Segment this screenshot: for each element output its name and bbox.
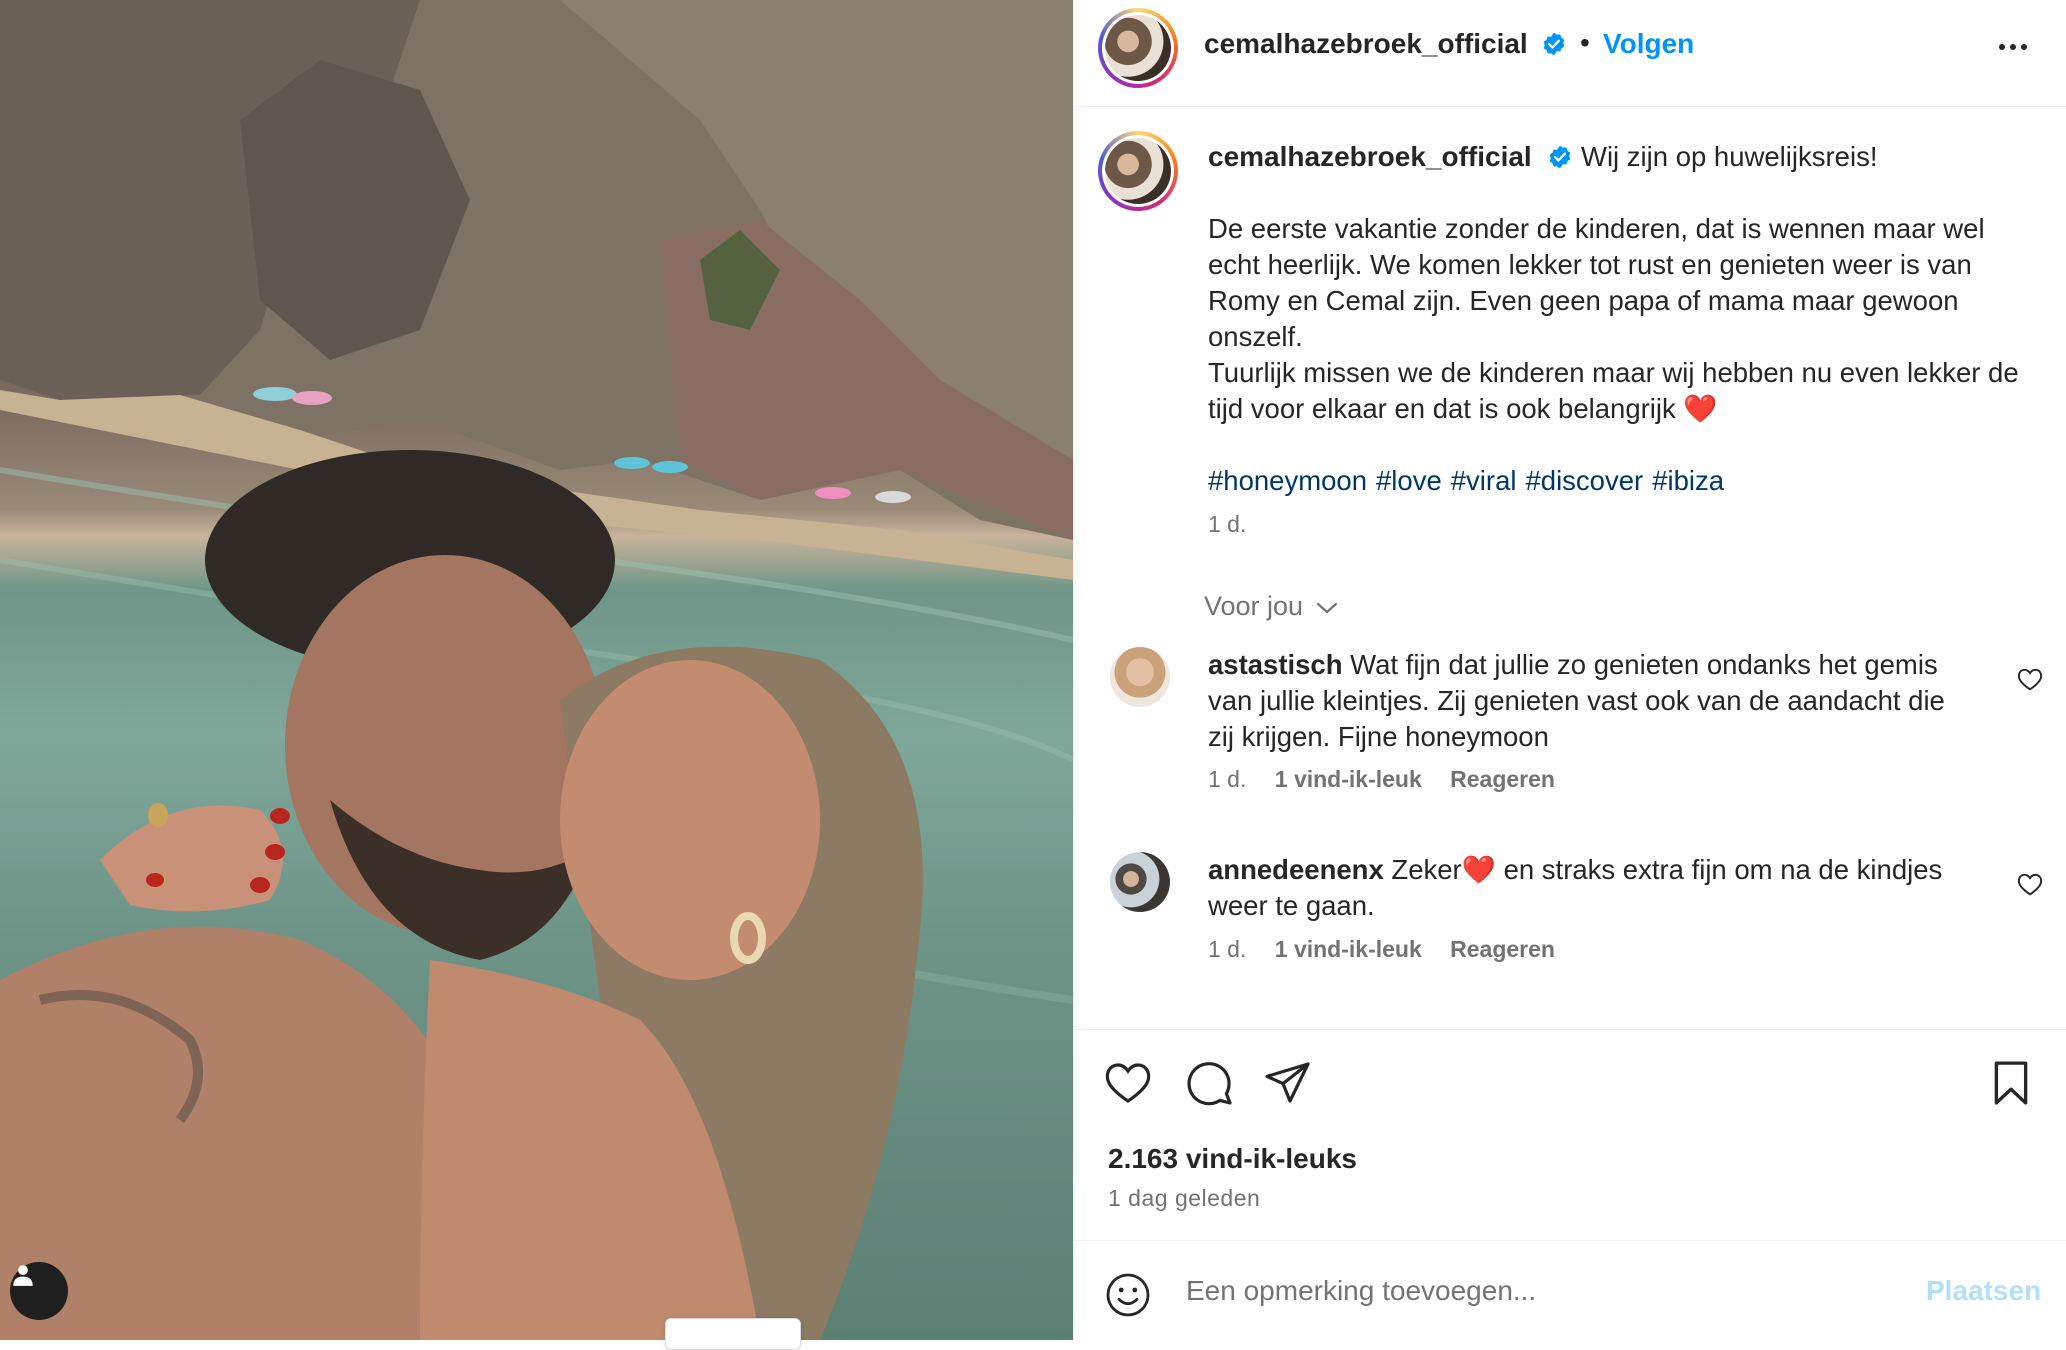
comment-like-heart-icon[interactable] — [2017, 667, 2043, 691]
post-photo[interactable] — [0, 0, 1073, 1340]
follow-button[interactable]: Volgen — [1603, 28, 1694, 60]
comment-likes[interactable]: 1 vind-ik-leuk — [1275, 936, 1422, 962]
comment-timestamp[interactable]: 1 d. — [1208, 766, 1246, 792]
comment-icon[interactable] — [1186, 1060, 1234, 1106]
commenter-username[interactable]: annedeenenx — [1208, 854, 1384, 885]
caption-hashtags: #honeymoon #love #viral #discover #ibiza — [1208, 463, 2028, 499]
hashtag-link[interactable]: #love — [1376, 465, 1442, 496]
caption-username[interactable]: cemalhazebroek_official — [1208, 141, 1532, 172]
hashtag-link[interactable]: #viral — [1451, 465, 1517, 496]
chevron-down-icon — [1316, 602, 1337, 614]
photo-scene — [0, 0, 1073, 1340]
comments-section[interactable]: cemalhazebroek_official Wij zijn op huwe… — [1074, 107, 2066, 1029]
post-comment-button[interactable]: Plaatsen — [1926, 1275, 2041, 1307]
caption-avatar[interactable] — [1098, 131, 1178, 211]
reply-button[interactable]: Reageren — [1450, 936, 1555, 962]
author-username[interactable]: cemalhazebroek_official — [1204, 28, 1528, 60]
hashtag-link[interactable]: #ibiza — [1652, 465, 1724, 496]
bookmark-icon[interactable] — [1990, 1060, 2032, 1106]
hashtag-link[interactable]: #discover — [1525, 465, 1643, 496]
comment-item: annedeenenx Zeker❤️ en straks extra fijn… — [1108, 852, 2048, 972]
post-details-panel: cemalhazebroek_official • Volgen cemalha… — [1073, 0, 2066, 1340]
hashtag-link[interactable]: #honeymoon — [1208, 465, 1367, 496]
post-actions: 2.163 vind-ik-leuks 1 dag geleden — [1074, 1029, 2066, 1240]
comment-like-heart-icon[interactable] — [2017, 872, 2043, 896]
popover-tab — [665, 1318, 801, 1350]
post-header: cemalhazebroek_official • Volgen — [1074, 0, 2066, 107]
comment-text: astastisch Wat fijn dat jullie zo geniet… — [1208, 647, 1948, 755]
commenter-avatar[interactable] — [1110, 852, 1170, 912]
comment-meta: 1 d. 1 vind-ik-leuk Reageren — [1208, 766, 1577, 793]
caption-first-line: Wij zijn op huwelijksreis! — [1580, 141, 1878, 172]
emoji-icon[interactable] — [1104, 1271, 1152, 1319]
post-caption: cemalhazebroek_official Wij zijn op huwe… — [1208, 139, 2028, 542]
verified-badge-icon — [1549, 145, 1571, 169]
user-tag-button[interactable] — [10, 1262, 68, 1320]
comment-composer: Plaatsen — [1074, 1240, 2066, 1341]
user-tag-icon — [13, 1265, 33, 1286]
caption-paragraph: De eerste vakantie zonder de kinderen, d… — [1208, 213, 1985, 352]
commenter-avatar[interactable] — [1110, 647, 1170, 707]
commenter-username[interactable]: astastisch — [1208, 649, 1343, 680]
likes-count[interactable]: 2.163 vind-ik-leuks — [1108, 1143, 1357, 1175]
caption-timestamp[interactable]: 1 d. — [1208, 511, 1246, 537]
author-avatar[interactable] — [1098, 8, 1178, 88]
comment-meta: 1 d. 1 vind-ik-leuk Reageren — [1208, 936, 1577, 963]
caption-paragraph-2: Tuurlijk missen we de kinderen maar wij … — [1208, 357, 2019, 424]
reply-button[interactable]: Reageren — [1450, 766, 1555, 792]
verified-badge-icon — [1543, 32, 1565, 56]
comment-item: astastisch Wat fijn dat jullie zo geniet… — [1108, 647, 2048, 797]
share-icon[interactable] — [1264, 1060, 1312, 1104]
comment-timestamp[interactable]: 1 d. — [1208, 936, 1246, 962]
post-date[interactable]: 1 dag geleden — [1108, 1185, 1260, 1212]
heart-icon[interactable] — [1104, 1060, 1152, 1104]
separator-dot: • — [1580, 27, 1590, 58]
comment-input[interactable] — [1184, 1265, 1808, 1317]
comment-likes[interactable]: 1 vind-ik-leuk — [1275, 766, 1422, 792]
more-horizontal-icon[interactable] — [1996, 30, 2030, 64]
comment-sort-label: Voor jou — [1204, 591, 1304, 621]
comment-sort-dropdown[interactable]: Voor jou — [1204, 591, 1339, 622]
comment-text: annedeenenx Zeker❤️ en straks extra fijn… — [1208, 852, 1948, 924]
